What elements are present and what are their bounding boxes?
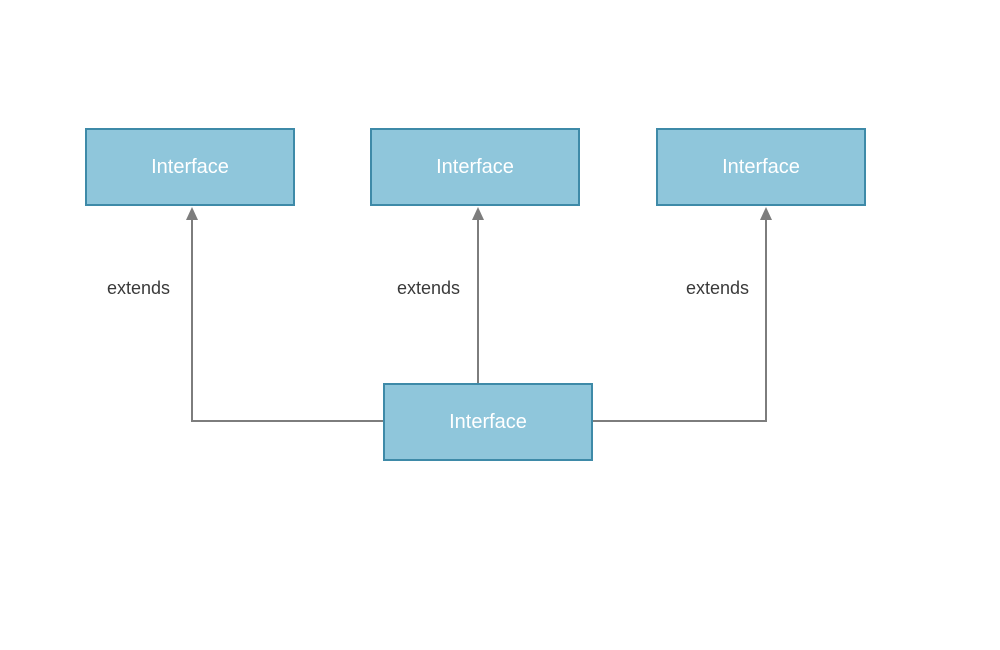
- diagram-canvas: Interface Interface Interface Interface …: [0, 0, 1000, 650]
- edge-label-middle: extends: [397, 278, 460, 299]
- node-label: Interface: [151, 156, 229, 179]
- edge-middle: [472, 207, 484, 383]
- edge-label-right: extends: [686, 278, 749, 299]
- interface-node-top-right: Interface: [656, 128, 866, 206]
- interface-node-top-middle: Interface: [370, 128, 580, 206]
- interface-node-top-left: Interface: [85, 128, 295, 206]
- node-label: Interface: [436, 156, 514, 179]
- node-label: Interface: [722, 156, 800, 179]
- connectors-layer: [0, 0, 1000, 650]
- edge-right: [593, 207, 772, 421]
- node-label: Interface: [449, 411, 527, 434]
- interface-node-bottom: Interface: [383, 383, 593, 461]
- edge-left: [186, 207, 383, 421]
- edge-label-left: extends: [107, 278, 170, 299]
